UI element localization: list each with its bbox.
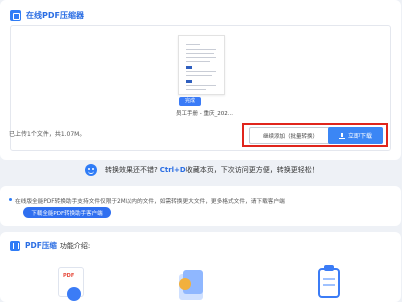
thumb-line [186,44,200,45]
feedback-suffix: 收藏本页，下次访问更方便，转换更轻松！ [185,166,319,174]
clipboard-icon [318,268,340,298]
compressor-icon [10,9,21,21]
download-button-label: 立即下载 [347,133,372,140]
feature-clipboard-illustration [312,264,346,302]
download-client-button[interactable]: 下载全能PDF转换助手客户端 [23,207,111,218]
clipboard-line [323,284,335,286]
pdf-label: PDF [63,273,75,279]
cloud-upload-icon [67,287,81,301]
panel-title: 在线PDF压缩器 [26,10,84,20]
file-name: 员工手册 - 重庆_202... [176,111,233,117]
feedback-prefix: 转换效果还不错? [105,166,158,174]
check-badge-icon [179,278,191,290]
panel-header: 在线PDF压缩器 [10,9,84,21]
thumb-line [186,53,214,54]
smile-icon [85,164,97,176]
thumb-line [186,89,206,90]
thumb-line [186,61,210,62]
notice-text: 在线版全能PDF转换助手支持文件仅限于2M以内的文件，如需转换更大文件，更多格式… [9,196,285,205]
download-button[interactable]: 立即下载 [328,127,383,144]
converter-panel: 在线PDF压缩器 完成 员工手册 - 重庆_202... 已上传1个文件，共1.… [0,0,401,160]
thumb-bullet [186,80,192,83]
thumb-line [186,57,216,58]
continue-add-button[interactable]: 继续添加（批量转换） [249,127,332,144]
thumb-bullet [186,66,192,69]
download-icon [338,132,345,139]
upload-status-text: 已上传1个文件，共1.07M。 [9,131,86,138]
thumb-line [186,49,216,50]
intro-header: PDF压缩 功能介绍: [10,240,90,251]
intro-title: PDF压缩 [25,241,57,250]
notice-panel: 在线版全能PDF转换助手支持文件仅限于2M以内的文件，如需转换更大文件，更多格式… [0,186,401,226]
shortcut-key: Ctrl+D [159,166,186,174]
file-thumbnail[interactable] [178,35,225,95]
feature-pdf-upload-illustration: PDF [54,265,90,302]
feature-compress-illustration [173,266,207,302]
thumb-line [186,75,212,76]
thumb-line [186,71,216,72]
feedback-line: 转换效果还不错? Ctrl+D 收藏本页，下次访问更方便，转换更轻松！ [85,163,319,177]
clipboard-line [323,278,335,280]
intro-panel: PDF压缩 功能介绍: PDF [0,232,401,302]
status-badge: 完成 [179,97,201,106]
clipboard-clip-icon [324,265,334,271]
pdf-compress-icon [10,240,20,251]
thumb-line [186,85,216,86]
intro-subtitle: 功能介绍: [59,241,91,250]
